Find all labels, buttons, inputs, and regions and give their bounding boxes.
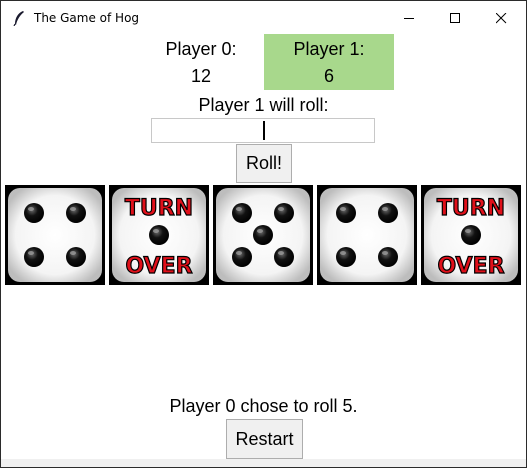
player1-score: 6 bbox=[323, 66, 334, 86]
die-pip bbox=[24, 203, 44, 223]
player0-score: 12 bbox=[190, 66, 212, 86]
die-pip bbox=[378, 203, 398, 223]
die-face-5-icon bbox=[216, 188, 310, 282]
die-pip bbox=[336, 247, 356, 267]
maximize-icon bbox=[450, 13, 460, 23]
die-face-4-icon bbox=[320, 188, 414, 282]
die-pip bbox=[274, 203, 294, 223]
game-window: The Game of Hog Player 0: 12 Player 1: 6… bbox=[0, 0, 527, 468]
window-title: The Game of Hog bbox=[34, 11, 140, 25]
die-pip bbox=[253, 225, 273, 245]
die-pip bbox=[66, 203, 86, 223]
die-pip bbox=[66, 247, 86, 267]
roll-prompt: Player 1 will roll: bbox=[198, 95, 329, 115]
die-text-top: TURN bbox=[437, 196, 505, 221]
die-face-1-icon: TURN OVER bbox=[424, 188, 518, 282]
die-face-1-icon: TURN OVER bbox=[112, 188, 206, 282]
roll-button[interactable]: Roll! bbox=[236, 144, 292, 183]
minimize-icon bbox=[404, 18, 414, 19]
player1-score-box: Player 1: 6 bbox=[264, 34, 394, 90]
die-pip bbox=[461, 225, 481, 245]
restart-button[interactable]: Restart bbox=[226, 419, 303, 459]
roll-count-input[interactable] bbox=[151, 118, 375, 143]
die-text-bottom: OVER bbox=[125, 254, 192, 279]
die-text-bottom: OVER bbox=[437, 254, 504, 279]
text-cursor bbox=[263, 121, 265, 140]
player0-score-box: Player 0: 12 bbox=[141, 34, 261, 90]
die-pip bbox=[274, 247, 294, 267]
minimize-button[interactable] bbox=[386, 1, 432, 35]
die-pip bbox=[336, 203, 356, 223]
feather-icon bbox=[13, 11, 24, 26]
die-pip bbox=[24, 247, 44, 267]
die-text-top: TURN bbox=[125, 196, 193, 221]
die-5: TURN OVER bbox=[421, 185, 521, 285]
die-3 bbox=[213, 185, 313, 285]
die-pip bbox=[378, 247, 398, 267]
die-pip bbox=[149, 225, 169, 245]
die-pip bbox=[232, 203, 252, 223]
player0-label: Player 0: bbox=[165, 39, 237, 59]
player1-label: Player 1: bbox=[293, 39, 365, 59]
status-message: Player 0 chose to roll 5. bbox=[169, 396, 358, 416]
close-icon bbox=[496, 13, 507, 24]
die-face-4-icon bbox=[8, 188, 102, 282]
die-pip bbox=[232, 247, 252, 267]
title-bar: The Game of Hog bbox=[1, 1, 526, 35]
maximize-button[interactable] bbox=[432, 1, 478, 35]
close-button[interactable] bbox=[478, 1, 524, 35]
die-4 bbox=[317, 185, 417, 285]
die-1 bbox=[5, 185, 105, 285]
window-bottom-strip bbox=[1, 459, 526, 467]
die-2: TURN OVER bbox=[109, 185, 209, 285]
